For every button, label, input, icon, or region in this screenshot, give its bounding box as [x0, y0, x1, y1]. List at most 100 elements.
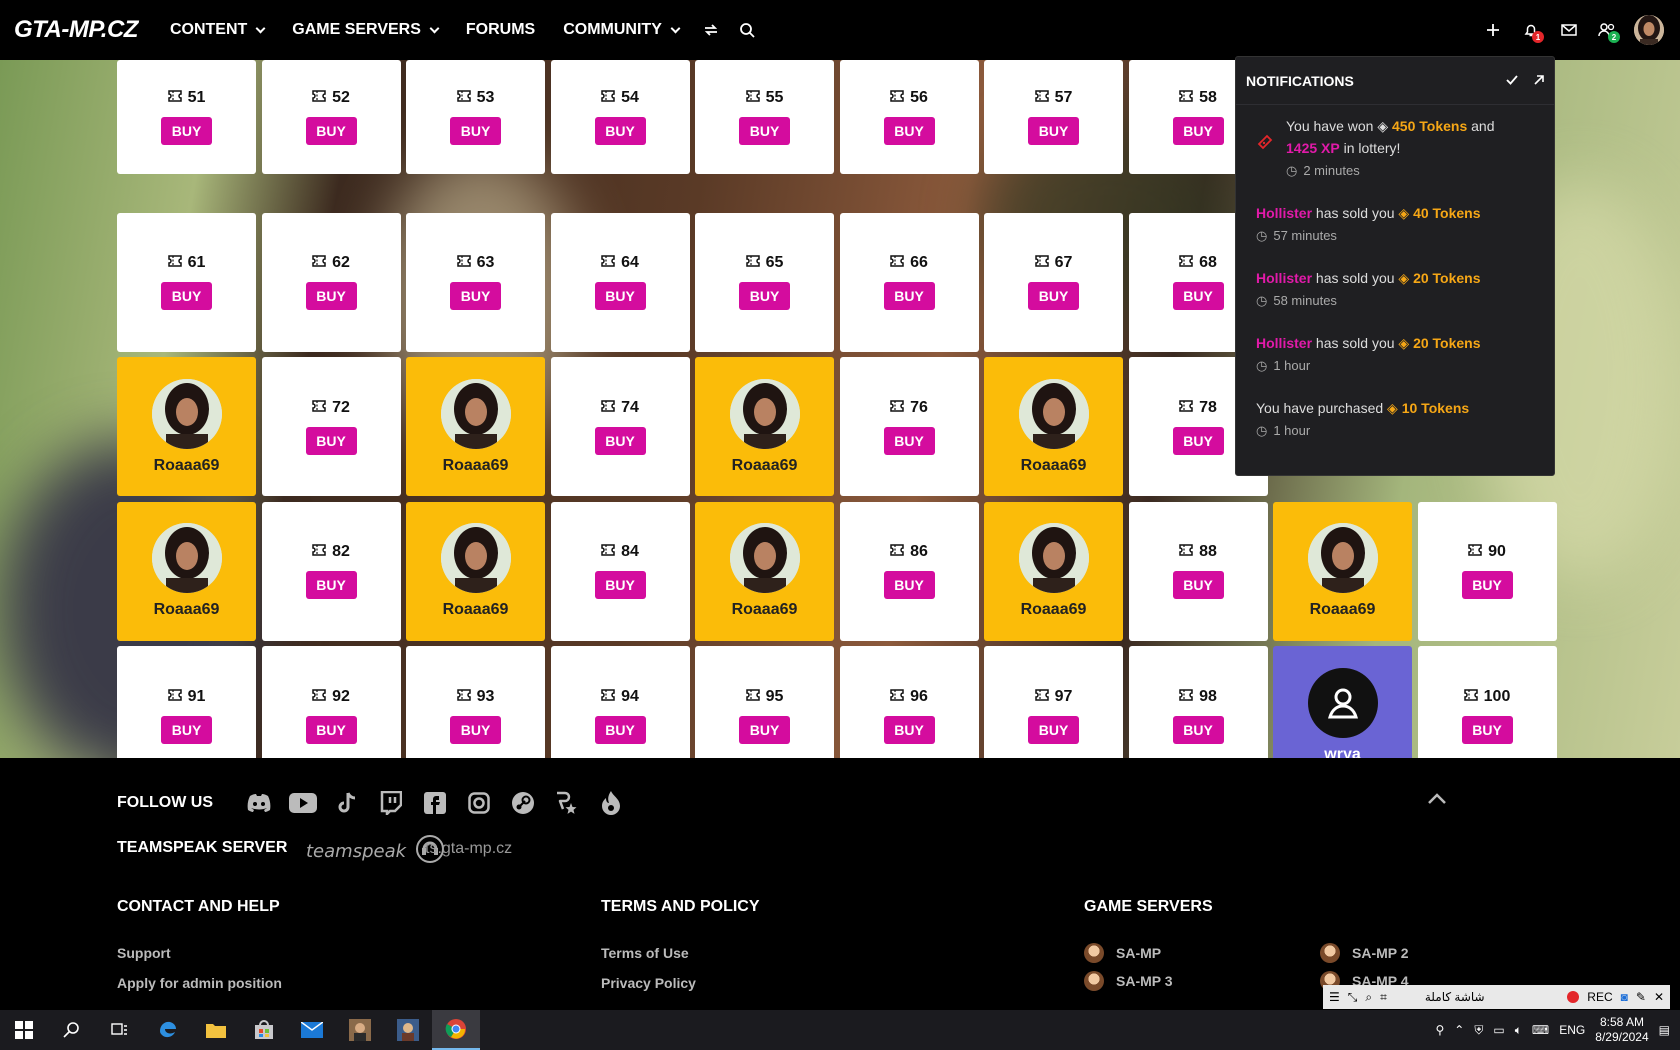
buy-ticket-button[interactable]: BUY [1172, 426, 1224, 455]
server-link-sa-mp-2[interactable]: SA-MP 2 [1320, 943, 1409, 963]
teamspeak-address[interactable]: ts.gta-mp.cz [425, 840, 512, 858]
chrome-browser-icon[interactable] [432, 1010, 480, 1050]
buy-ticket-button[interactable]: BUY [883, 715, 935, 744]
nav-game-servers[interactable]: GAME SERVERS [292, 21, 440, 39]
crop-icon[interactable]: ⌗ [1380, 990, 1387, 1005]
mail-app-icon[interactable] [288, 1010, 336, 1050]
terms-of-use-link[interactable]: Terms of Use [601, 945, 689, 961]
menu-icon[interactable]: ☰ [1329, 990, 1340, 1004]
buy-ticket-button[interactable]: BUY [739, 282, 790, 310]
privacy-policy-link[interactable]: Privacy Policy [601, 975, 696, 991]
notif-user[interactable]: Hollister [1256, 205, 1312, 221]
owned-ticket-cell[interactable]: Roaaa69 [1273, 501, 1412, 641]
buy-ticket-button[interactable]: BUY [883, 117, 935, 145]
owned-ticket-cell[interactable]: Roaaa69 [695, 501, 834, 641]
my-ticket-cell[interactable]: wrya [1273, 646, 1412, 758]
edge-browser-icon[interactable] [144, 1010, 192, 1050]
file-explorer-icon[interactable] [192, 1010, 240, 1050]
twitch-icon[interactable] [376, 788, 406, 818]
notif-user[interactable]: Hollister [1256, 335, 1312, 351]
owned-ticket-cell[interactable]: Roaaa69 [984, 357, 1123, 496]
buy-ticket-button[interactable]: BUY [594, 715, 646, 744]
start-windows-icon[interactable] [0, 1010, 48, 1050]
language-indicator[interactable]: ENG [1559, 1023, 1585, 1037]
buy-ticket-button[interactable]: BUY [1028, 282, 1079, 310]
support-link[interactable]: Support [117, 945, 171, 961]
owned-ticket-cell[interactable]: Roaaa69 [406, 501, 545, 641]
shrink-icon[interactable]: ⤡ [1348, 990, 1358, 1005]
keyboard-icon[interactable]: ⌨ [1532, 1023, 1549, 1037]
owned-ticket-cell[interactable]: Roaaa69 [984, 501, 1123, 641]
security-icon[interactable]: ⛨ [1474, 1023, 1483, 1038]
buy-ticket-button[interactable]: BUY [161, 715, 212, 744]
owned-ticket-cell[interactable]: Roaaa69 [117, 501, 256, 641]
buy-ticket-button[interactable]: BUY [883, 426, 935, 455]
notification-sale[interactable]: Hollister has sold you ◈ 40 Tokens ◷ 57 m… [1236, 192, 1554, 257]
store-icon[interactable] [240, 1010, 288, 1050]
steam-icon[interactable] [508, 788, 538, 818]
buy-ticket-button[interactable]: BUY [1461, 571, 1513, 599]
task-view-icon[interactable] [96, 1010, 144, 1050]
taskbar-search-icon[interactable] [48, 1010, 96, 1050]
discord-icon[interactable] [244, 788, 274, 818]
buy-ticket-button[interactable]: BUY [883, 571, 935, 599]
buy-ticket-button[interactable]: BUY [305, 282, 357, 310]
scroll-to-top-chevron-up-icon[interactable] [1426, 788, 1448, 810]
server-link-sa-mp[interactable]: SA-MP [1084, 943, 1161, 963]
nav-content[interactable]: CONTENT [170, 21, 266, 39]
buy-ticket-button[interactable]: BUY [1172, 715, 1224, 744]
buy-ticket-button[interactable]: BUY [1028, 715, 1079, 744]
notification-sale[interactable]: Hollister has sold you ◈ 20 Tokens ◷ 58 m… [1236, 257, 1554, 322]
owned-ticket-cell[interactable]: Roaaa69 [406, 357, 545, 496]
buy-ticket-button[interactable]: BUY [594, 426, 646, 455]
fullscreen-mode-label[interactable]: شاشة كاملة [1425, 990, 1485, 1004]
facebook-icon[interactable] [420, 788, 450, 818]
youtube-icon[interactable] [288, 788, 318, 818]
buy-ticket-button[interactable]: BUY [594, 571, 646, 599]
refresh-icon[interactable] [703, 22, 719, 38]
notification-sale[interactable]: Hollister has sold you ◈ 20 Tokens ◷ 1 ho… [1236, 322, 1554, 387]
mail-icon[interactable] [1552, 13, 1586, 47]
people-icon[interactable]: ⚲ [1436, 1023, 1445, 1037]
camera-icon[interactable]: ◙ [1621, 990, 1628, 1004]
owned-ticket-cell[interactable]: Roaaa69 [117, 357, 256, 496]
buy-ticket-button[interactable]: BUY [450, 117, 501, 145]
admin-application-link[interactable]: Apply for admin position [117, 975, 282, 991]
buy-ticket-button[interactable]: BUY [883, 282, 935, 310]
zoom-icon[interactable]: ⌕ [1365, 990, 1372, 1005]
game-app-2-icon[interactable] [384, 1010, 432, 1050]
buy-ticket-button[interactable]: BUY [161, 117, 212, 145]
buy-ticket-button[interactable]: BUY [450, 715, 501, 744]
buy-ticket-button[interactable]: BUY [1172, 571, 1224, 599]
instagram-icon[interactable] [464, 788, 494, 818]
volume-icon[interactable]: 🔈︎ [1515, 1023, 1522, 1038]
plus-icon[interactable] [1476, 13, 1510, 47]
action-center-icon[interactable]: ▤ [1659, 1023, 1670, 1037]
buy-ticket-button[interactable]: BUY [1028, 117, 1079, 145]
server-link-sa-mp-3[interactable]: SA-MP 3 [1084, 971, 1173, 991]
user-avatar[interactable] [1634, 15, 1664, 45]
buy-ticket-button[interactable]: BUY [739, 117, 790, 145]
notification-purchase[interactable]: You have purchased ◈ 10 Tokens ◷ 1 hour [1236, 387, 1554, 452]
flame-icon[interactable] [596, 788, 626, 818]
buy-ticket-button[interactable]: BUY [305, 117, 357, 145]
buy-ticket-button[interactable]: BUY [305, 715, 357, 744]
buy-ticket-button[interactable]: BUY [739, 715, 790, 744]
buy-ticket-button[interactable]: BUY [450, 282, 501, 310]
buy-ticket-button[interactable]: BUY [594, 117, 646, 145]
buy-ticket-button[interactable]: BUY [594, 282, 646, 310]
chevron-up-icon[interactable]: ⌃ [1454, 1023, 1464, 1037]
tiktok-icon[interactable] [332, 788, 362, 818]
buy-ticket-button[interactable]: BUY [1172, 117, 1224, 145]
search-icon[interactable] [739, 22, 755, 38]
expand-icon[interactable] [1534, 72, 1544, 90]
mark-read-icon[interactable] [1506, 72, 1518, 90]
rockstar-social-icon[interactable] [552, 788, 582, 818]
clock[interactable]: 8:58 AM 8/29/2024 [1595, 1015, 1648, 1045]
site-logo[interactable]: GTA-MP.CZ [14, 16, 138, 44]
notification-lottery-win[interactable]: You have won ◈ 450 Tokens and 1425 XP in… [1236, 105, 1554, 192]
notif-user[interactable]: Hollister [1256, 270, 1312, 286]
buy-ticket-button[interactable]: BUY [161, 282, 212, 310]
owned-ticket-cell[interactable]: Roaaa69 [695, 357, 834, 496]
buy-ticket-button[interactable]: BUY [1172, 282, 1224, 310]
